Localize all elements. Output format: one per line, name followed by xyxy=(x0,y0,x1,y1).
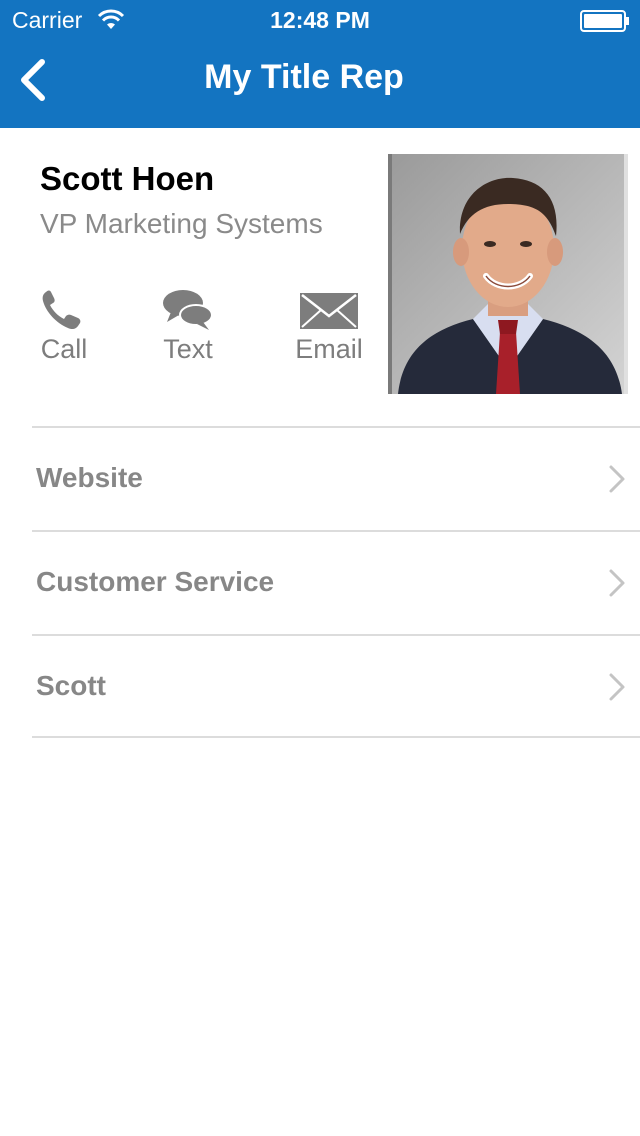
call-button[interactable]: Call xyxy=(14,288,114,365)
link-list: Website Customer Service Scott xyxy=(0,426,640,738)
contact-name: Scott Hoen xyxy=(40,160,215,197)
list-item-label: Scott xyxy=(36,670,106,701)
list-item-website[interactable]: Website xyxy=(32,426,640,530)
list-item-customer-service[interactable]: Customer Service xyxy=(32,530,640,634)
text-label: Text xyxy=(163,334,213,364)
contact-photo xyxy=(388,154,628,394)
contact-title: VP Marketing Systems xyxy=(40,208,323,239)
call-label: Call xyxy=(40,334,88,364)
battery-icon xyxy=(580,10,630,38)
chevron-right-icon xyxy=(609,673,625,701)
list-item-scott[interactable]: Scott xyxy=(32,634,640,738)
status-bar: Carrier 12:48 PM xyxy=(0,0,640,40)
page-title: My Title Rep xyxy=(204,58,404,96)
email-button[interactable]: Email xyxy=(279,288,379,365)
chat-bubbles-icon xyxy=(163,290,213,330)
list-item-label: Website xyxy=(36,462,143,493)
profile-card: Scott Hoen VP Marketing Systems Call Tex… xyxy=(0,128,640,428)
nav-bar: My Title Rep xyxy=(0,40,640,128)
text-button[interactable]: Text xyxy=(138,288,238,365)
phone-icon xyxy=(42,290,81,330)
list-item-label: Customer Service xyxy=(36,566,275,597)
clock: 12:48 PM xyxy=(270,7,370,33)
email-label: Email xyxy=(295,334,363,364)
envelope-icon xyxy=(300,293,358,329)
chevron-right-icon xyxy=(609,465,625,493)
header: Carrier 12:48 PM My Title Rep xyxy=(0,0,640,128)
chevron-right-icon xyxy=(609,569,625,597)
